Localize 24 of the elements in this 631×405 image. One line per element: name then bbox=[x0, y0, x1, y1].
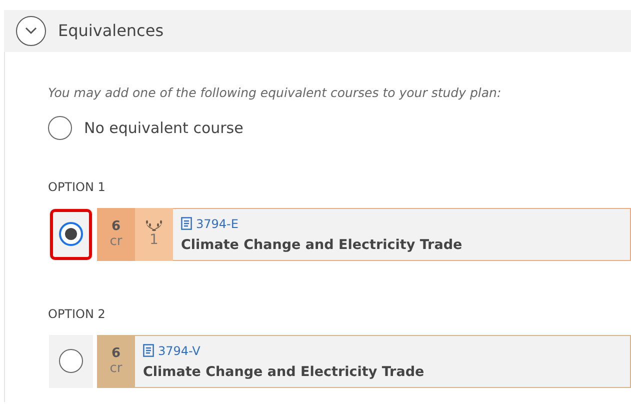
radio-label: No equivalent course bbox=[84, 118, 244, 138]
credits-unit: cr bbox=[110, 234, 122, 250]
expand-toggle[interactable] bbox=[16, 16, 46, 46]
course-card[interactable]: 3794-V Climate Change and Electricity Trade bbox=[135, 334, 631, 388]
intro-text: You may add one of the following equivalent courses to your study plan: bbox=[48, 84, 502, 102]
section-title: Equivalences bbox=[58, 20, 164, 42]
chevron-down-icon bbox=[25, 27, 37, 35]
document-icon bbox=[181, 217, 192, 230]
option-heading: OPTION 2 bbox=[48, 306, 106, 323]
radio-button[interactable] bbox=[59, 222, 83, 246]
course-title: Climate Change and Electricity Trade bbox=[181, 236, 464, 255]
laurel-icon bbox=[144, 220, 164, 232]
credits-value: 6 bbox=[111, 346, 121, 362]
radio-button[interactable] bbox=[59, 349, 83, 374]
course-code: 3794-E bbox=[196, 216, 238, 233]
credits-unit: cr bbox=[110, 361, 122, 377]
radio-button[interactable] bbox=[48, 116, 72, 140]
document-icon bbox=[143, 344, 154, 358]
credits-value: 6 bbox=[111, 218, 121, 234]
course-card[interactable]: 3794-E Climate Change and Electricity Trade bbox=[173, 208, 631, 261]
course-title: Climate Change and Electricity Trade bbox=[143, 362, 426, 382]
level-value: 1 bbox=[150, 232, 158, 249]
option-heading: OPTION 1 bbox=[48, 178, 106, 196]
course-code: 3794-V bbox=[158, 342, 200, 360]
